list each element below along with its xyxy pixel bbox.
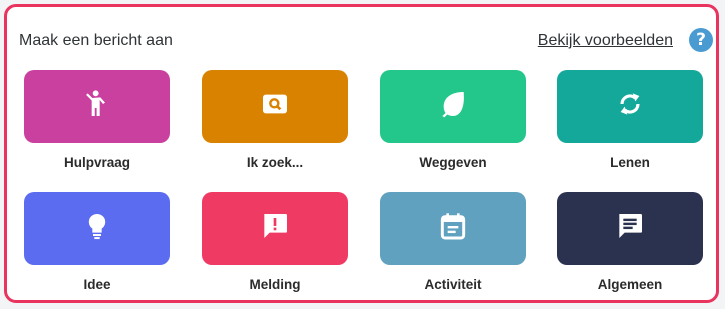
tile-lenen[interactable]: Lenen — [557, 70, 703, 172]
person-waving-icon — [81, 88, 113, 125]
tile-weggeven[interactable]: Weggeven — [380, 70, 526, 172]
ik-zoek-button[interactable] — [202, 70, 348, 143]
alert-message-icon — [259, 210, 291, 247]
card-title: Maak een bericht aan — [19, 32, 173, 49]
sync-arrows-icon — [614, 88, 646, 125]
calendar-icon — [437, 210, 469, 247]
tile-label: Activiteit — [424, 277, 482, 292]
tile-label: Idee — [83, 277, 111, 292]
hulpvraag-button[interactable] — [24, 70, 170, 143]
tile-algemeen[interactable]: Algemeen — [557, 192, 703, 294]
view-examples-link[interactable]: Bekijk voorbeelden — [538, 32, 673, 50]
lenen-button[interactable] — [557, 70, 703, 143]
weggeven-button[interactable] — [380, 70, 526, 143]
idee-button[interactable] — [24, 192, 170, 265]
melding-button[interactable] — [202, 192, 348, 265]
tile-label: Hulpvraag — [63, 155, 131, 170]
tile-melding[interactable]: Melding — [202, 192, 348, 294]
activiteit-button[interactable] — [380, 192, 526, 265]
card-header: Maak een bericht aan Bekijk voorbeelden … — [19, 28, 713, 54]
tile-label: Weggeven — [419, 155, 487, 170]
tile-label: Algemeen — [597, 277, 663, 292]
tile-activiteit[interactable]: Activiteit — [380, 192, 526, 294]
tile-ik-zoek[interactable]: Ik zoek... — [202, 70, 348, 172]
search-box-icon — [259, 88, 291, 125]
tile-label: Melding — [249, 277, 301, 292]
help-icon[interactable]: ? — [689, 28, 713, 52]
algemeen-button[interactable] — [557, 192, 703, 265]
chat-message-icon — [614, 210, 646, 247]
tile-hulpvraag[interactable]: Hulpvraag — [24, 70, 170, 172]
tile-label: Lenen — [610, 155, 650, 170]
tile-label: Ik zoek... — [246, 155, 304, 170]
tile-idee[interactable]: Idee — [24, 192, 170, 294]
lightbulb-icon — [81, 210, 113, 247]
leaf-icon — [437, 88, 469, 125]
